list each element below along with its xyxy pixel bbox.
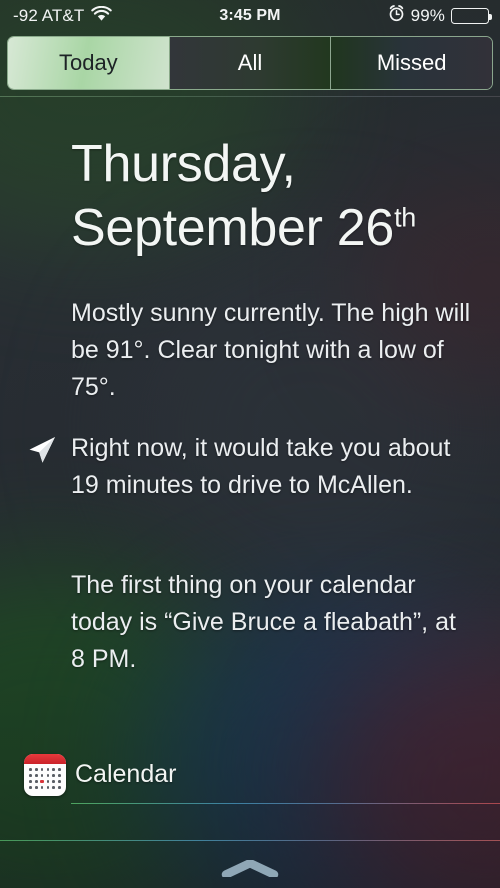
date-ordinal-suffix: th [394,202,416,233]
navigation-arrow-icon [25,433,59,467]
section-divider-short [71,803,500,804]
tab-missed-label: Missed [376,50,447,75]
tab-today[interactable]: Today [8,37,169,89]
tab-all-label: All [237,50,263,75]
tab-all[interactable]: All [168,37,331,89]
page-title: Thursday, September 26th [71,132,471,260]
section-divider-full [0,840,500,841]
notification-segmented-control[interactable]: Today All Missed [7,36,493,90]
tab-today-label: Today [58,50,118,75]
battery-percent-label: 99% [410,6,445,25]
calendar-summary: The first thing on your calendar today i… [71,571,456,673]
today-view-content: Thursday, September 26th Mostly sunny cu… [0,97,500,888]
calendar-app-row[interactable]: Calendar [0,749,500,803]
weather-summary: Mostly sunny currently. The high will be… [71,299,471,401]
calendar-icon-header [24,754,66,764]
date-weekday: Thursday, [71,135,296,193]
status-bar: -92 AT&T 3:45 PM 99% [0,0,500,32]
date-month-day-line: September 26th [71,196,471,260]
notification-center-screen: -92 AT&T 3:45 PM 99% Today All Missed Th… [0,0,500,888]
tab-missed[interactable]: Missed [330,37,492,89]
traffic-summary: Right now, it would take you about 19 mi… [71,434,451,499]
date-month-day: September 26 [71,199,395,257]
calendar-app-label: Calendar [75,760,177,788]
calendar-app-icon[interactable] [24,754,66,796]
alarm-clock-icon [388,5,405,27]
status-bar-right: 99% [388,5,492,27]
calendar-icon-grid [24,764,66,790]
header-divider [0,96,500,97]
battery-full-icon [451,8,492,24]
chevron-up-grabber-icon[interactable] [221,858,279,879]
